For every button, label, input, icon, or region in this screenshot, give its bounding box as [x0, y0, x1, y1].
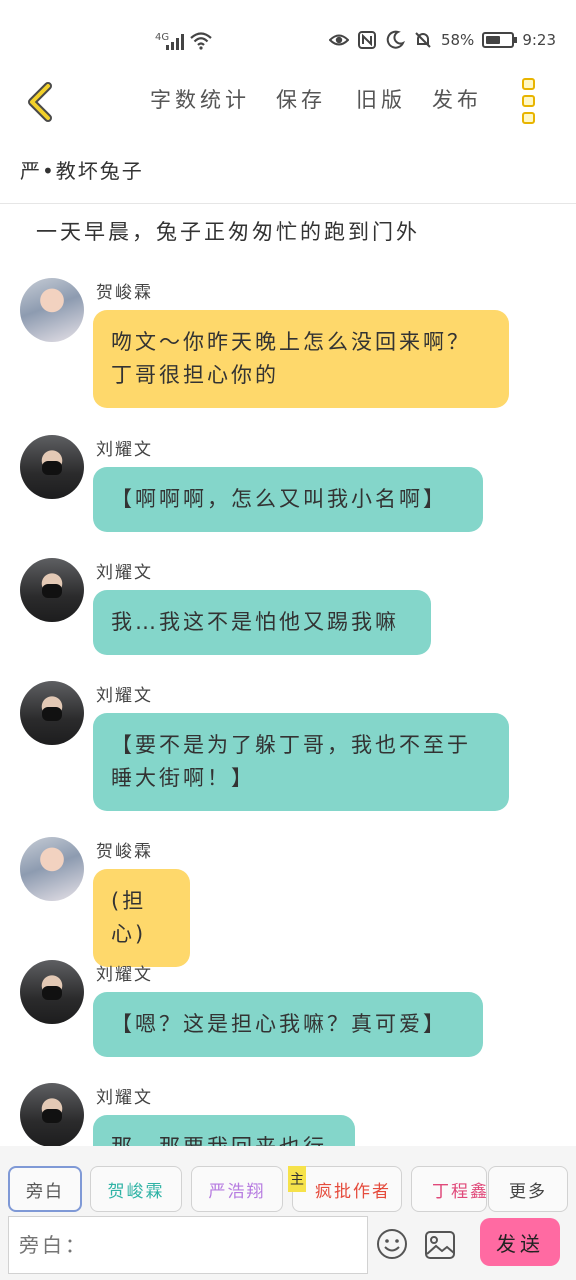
message-text-line: 睡大街啊！】: [111, 766, 255, 790]
sender-name: 贺峻霖: [96, 283, 153, 303]
more-vertical-icon[interactable]: [522, 78, 538, 124]
image-icon[interactable]: [424, 1230, 456, 1260]
message-text-line: 那…那要我回来也行: [111, 1131, 337, 1146]
role-tab-he[interactable]: 贺峻霖: [90, 1166, 182, 1212]
message-text-line: (担心): [111, 889, 147, 946]
save-button[interactable]: 保存: [276, 84, 356, 114]
word-count-button[interactable]: 字数统计: [150, 84, 276, 114]
mute-bell-icon: [415, 32, 431, 48]
message-text-line: 吻文～你昨天晚上怎么没回来啊？: [111, 330, 471, 354]
message-bubble[interactable]: 吻文～你昨天晚上怎么没回来啊？ 丁哥很担心你的: [93, 310, 509, 408]
avatar[interactable]: [20, 558, 84, 622]
message-text-line: 丁哥很担心你的: [111, 363, 279, 387]
message-input[interactable]: [8, 1216, 368, 1274]
role-tab-author[interactable]: 疯批作者: [292, 1166, 402, 1212]
role-tab-ding[interactable]: 丁程鑫: [411, 1166, 487, 1212]
message-text-line: 【啊啊啊，怎么又叫我小名啊】: [111, 487, 447, 511]
message-bubble[interactable]: (担心): [93, 869, 190, 967]
publish-button[interactable]: 发布: [432, 84, 502, 114]
avatar[interactable]: [20, 435, 84, 499]
message-text-line: 【嗯？这是担心我嘛？真可爱】: [111, 1012, 447, 1036]
wifi-icon: [190, 32, 212, 50]
back-button[interactable]: [20, 78, 60, 126]
message-bubble[interactable]: 我…我这不是怕他又踢我嘛: [93, 590, 431, 655]
clock: 9:23: [522, 31, 556, 49]
signal-icon: [166, 34, 184, 50]
message-bubble[interactable]: 【要不是为了躲丁哥，我也不至于 睡大街啊！】: [93, 713, 509, 811]
message-bubble[interactable]: 那…那要我回来也行: [93, 1115, 355, 1146]
status-bar: 4G 58% 9:23: [0, 0, 576, 80]
moon-icon: [386, 30, 405, 49]
message-text-line: 我…我这不是怕他又踢我嘛: [111, 610, 399, 634]
avatar[interactable]: [20, 960, 84, 1024]
battery-icon: [482, 32, 518, 48]
message-text-line: 【要不是为了躲丁哥，我也不至于: [111, 733, 471, 757]
message-feed[interactable]: 一天早晨，兔子正匆匆忙的跑到门外 贺峻霖 吻文～你昨天晚上怎么没回来啊？ 丁哥很…: [0, 204, 576, 1146]
sender-name: 刘耀文: [96, 440, 153, 460]
sender-name: 刘耀文: [96, 563, 153, 583]
send-button[interactable]: 发送: [480, 1218, 560, 1266]
sender-name: 刘耀文: [96, 686, 153, 706]
message-bubble[interactable]: 【啊啊啊，怎么又叫我小名啊】: [93, 467, 483, 532]
avatar[interactable]: [20, 1083, 84, 1146]
avatar[interactable]: [20, 278, 84, 342]
eye-icon: [328, 34, 349, 46]
old-version-button[interactable]: 旧版: [356, 84, 432, 114]
sender-name: 贺峻霖: [96, 842, 153, 862]
author-badge: 主: [288, 1166, 306, 1192]
sender-name: 刘耀文: [96, 965, 153, 985]
role-tab-more[interactable]: 更多: [488, 1166, 568, 1212]
input-bar: 发送: [0, 1212, 576, 1280]
narration-text: 一天早晨，兔子正匆匆忙的跑到门外: [36, 220, 420, 244]
top-nav: 字数统计 保存 旧版 发布: [0, 70, 576, 134]
avatar[interactable]: [20, 681, 84, 745]
story-title: 严•教坏兔子: [20, 159, 144, 183]
battery-percent: 58%: [440, 31, 475, 49]
message-bubble[interactable]: 【嗯？这是担心我嘛？真可爱】: [93, 992, 483, 1057]
role-tab-yan[interactable]: 严浩翔: [191, 1166, 283, 1212]
sender-name: 刘耀文: [96, 1088, 153, 1108]
smiley-icon[interactable]: [376, 1228, 408, 1260]
avatar[interactable]: [20, 837, 84, 901]
role-tab-narrator[interactable]: 旁白: [8, 1166, 82, 1212]
nfc-icon: [357, 31, 376, 49]
